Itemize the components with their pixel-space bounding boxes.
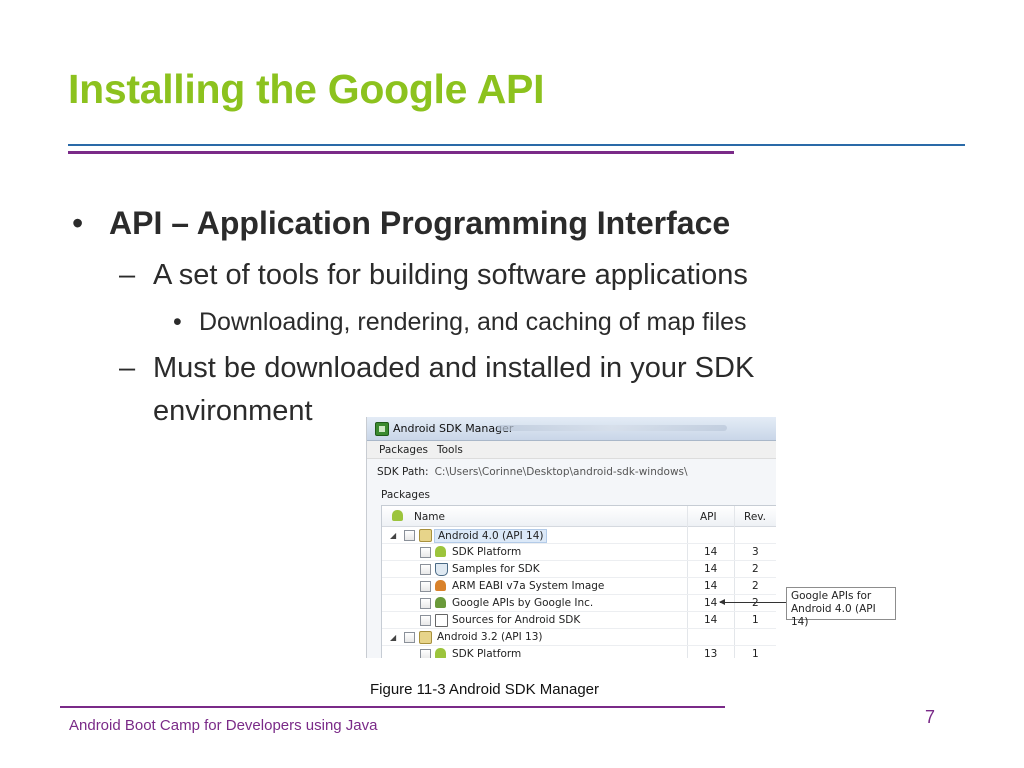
callout-box: Google APIs for Android 4.0 (API 14) xyxy=(786,587,896,628)
collapse-triangle-icon[interactable]: ◢ xyxy=(390,633,396,642)
sdk-path-value: C:\Users\Corinne\Desktop\android-sdk-win… xyxy=(434,466,688,478)
table-row[interactable]: ◢ Android 4.0 (API 14) xyxy=(382,527,776,544)
page-number: 7 xyxy=(925,707,936,727)
table-row[interactable]: SDK Platform 13 1 xyxy=(382,646,776,658)
package-name: Samples for SDK xyxy=(452,563,540,575)
package-name: SDK Platform xyxy=(452,648,522,658)
blurred-title-region xyxy=(497,425,727,431)
package-api: 14 xyxy=(704,546,718,558)
bullet-marker: • xyxy=(72,205,84,241)
package-name: Sources for Android SDK xyxy=(452,614,581,626)
package-name: Android 3.2 (API 13) xyxy=(437,631,543,643)
table-row[interactable]: Samples for SDK 14 2 xyxy=(382,561,776,578)
title-divider-purple xyxy=(68,151,734,154)
google-api-icon xyxy=(435,597,446,608)
table-row[interactable]: Google APIs by Google Inc. 14 2 xyxy=(382,595,776,612)
packages-group-label: Packages xyxy=(381,489,430,501)
callout-line2: Android 4.0 (API 14) xyxy=(791,603,876,628)
bullet-text: API – Application Programming Interface xyxy=(109,205,731,241)
row-checkbox[interactable] xyxy=(420,649,431,658)
table-row[interactable]: ◢ Android 3.2 (API 13) xyxy=(382,629,776,646)
footer-text: Android Boot Camp for Developers using J… xyxy=(69,717,378,734)
dash-marker: – xyxy=(119,352,136,384)
menu-packages[interactable]: Packages xyxy=(379,444,428,456)
column-rev[interactable]: Rev. xyxy=(744,511,766,523)
bullet-marker: • xyxy=(173,308,182,336)
android-icon xyxy=(435,546,446,557)
package-rev: 2 xyxy=(752,597,759,609)
row-checkbox[interactable] xyxy=(420,547,431,558)
figure-caption: Figure 11-3 Android SDK Manager xyxy=(370,681,600,698)
row-checkbox[interactable] xyxy=(404,530,415,541)
flask-icon xyxy=(435,563,448,576)
callout-arrow-icon xyxy=(719,599,786,605)
package-api: 13 xyxy=(704,648,718,658)
collapse-triangle-icon[interactable]: ◢ xyxy=(390,531,396,540)
document-icon xyxy=(435,614,448,627)
package-name: SDK Platform xyxy=(452,546,522,558)
package-name: Android 4.0 (API 14) xyxy=(434,529,548,543)
package-api: 14 xyxy=(704,580,718,592)
android-icon xyxy=(392,510,403,521)
table-row[interactable]: ARM EABI v7a System Image 14 2 xyxy=(382,578,776,595)
column-name[interactable]: Name xyxy=(414,511,445,523)
table-row[interactable]: Sources for Android SDK 14 1 xyxy=(382,612,776,629)
row-checkbox[interactable] xyxy=(420,598,431,609)
package-rev: 2 xyxy=(752,563,759,575)
sdk-path-label: SDK Path: xyxy=(377,466,429,478)
package-api: 14 xyxy=(704,563,718,575)
menu-bar: Packages Tools xyxy=(367,441,776,459)
row-checkbox[interactable] xyxy=(420,581,431,592)
title-divider-blue xyxy=(68,144,965,146)
folder-icon xyxy=(419,529,432,542)
sdk-manager-screenshot: Android SDK Manager Packages Tools SDK P… xyxy=(366,417,776,658)
row-checkbox[interactable] xyxy=(420,615,431,626)
package-rev: 1 xyxy=(752,648,759,658)
menu-tools[interactable]: Tools xyxy=(437,444,463,456)
package-rev: 3 xyxy=(752,546,759,558)
table-row[interactable]: SDK Platform 14 3 xyxy=(382,544,776,561)
package-api: 14 xyxy=(704,614,718,626)
bullet-text: Downloading, rendering, and caching of m… xyxy=(199,308,747,336)
packages-table: Name API Rev. ◢ Android 4.0 (API 14) SDK… xyxy=(381,505,776,658)
folder-icon xyxy=(419,631,432,644)
bullet-continuation: environment xyxy=(153,395,313,427)
column-api[interactable]: API xyxy=(700,511,717,523)
row-checkbox[interactable] xyxy=(420,564,431,575)
package-rev: 2 xyxy=(752,580,759,592)
table-header: Name API Rev. xyxy=(382,506,776,527)
sdk-manager-app-icon xyxy=(375,422,389,436)
sdk-path-row: SDK Path: C:\Users\Corinne\Desktop\androi… xyxy=(377,466,688,478)
android-icon xyxy=(435,580,446,591)
package-name: ARM EABI v7a System Image xyxy=(452,580,605,592)
package-name: Google APIs by Google Inc. xyxy=(452,597,594,609)
package-api: 14 xyxy=(704,597,718,609)
android-icon xyxy=(435,648,446,658)
dash-marker: – xyxy=(119,259,136,291)
window-title: Android SDK Manager xyxy=(393,422,514,435)
slide-title: Installing the Google API xyxy=(68,66,545,112)
row-checkbox[interactable] xyxy=(404,632,415,643)
footer-divider xyxy=(60,706,725,708)
bullet-text: Must be downloaded and installed in your… xyxy=(153,352,755,384)
callout-line1: Google APIs for xyxy=(791,590,872,602)
package-rev: 1 xyxy=(752,614,759,626)
window-titlebar: Android SDK Manager xyxy=(367,417,776,441)
bullet-text: A set of tools for building software app… xyxy=(153,259,748,291)
